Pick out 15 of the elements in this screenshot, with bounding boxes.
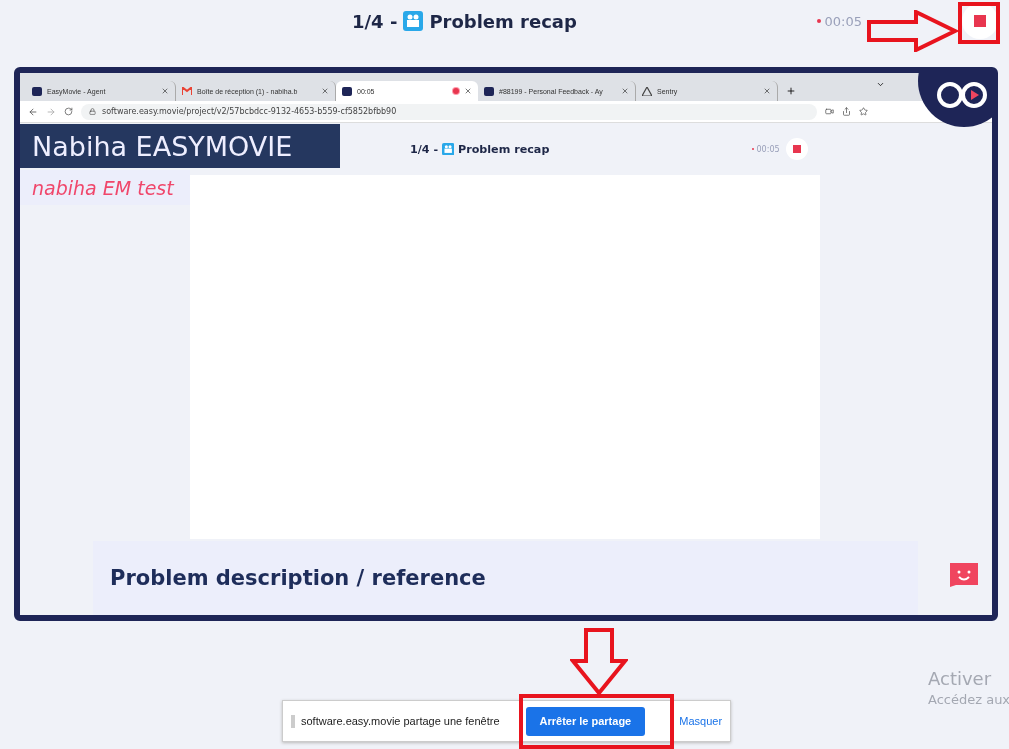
- hide-link[interactable]: Masquer: [679, 715, 723, 727]
- activation-notice: Accédez aux: [928, 692, 1009, 707]
- activation-notice: Activer: [928, 668, 992, 689]
- recording-timer: 00:05: [751, 144, 780, 154]
- step-counter: 1/4 -: [410, 142, 439, 156]
- name-banner: Nabiha EASYMOVIE: [20, 124, 340, 168]
- step-title: Problem recap: [457, 142, 550, 156]
- subtitle: nabiha EM test: [20, 170, 190, 205]
- share-message: software.easy.movie partage une fenêtre: [301, 715, 500, 727]
- stop-sharing-button[interactable]: Arrêter le partage: [525, 706, 646, 736]
- step-counter: 1/4 -: [352, 10, 398, 32]
- address-field[interactable]: software.easy.movie/project/v2/57bcbdcc-9132-4653-b559-cf5852bfbb90: [81, 103, 817, 120]
- panel-title: Problem description / reference: [110, 566, 486, 590]
- step-title: Problem recap: [429, 10, 577, 32]
- recording-timer: 00:05: [816, 13, 862, 29]
